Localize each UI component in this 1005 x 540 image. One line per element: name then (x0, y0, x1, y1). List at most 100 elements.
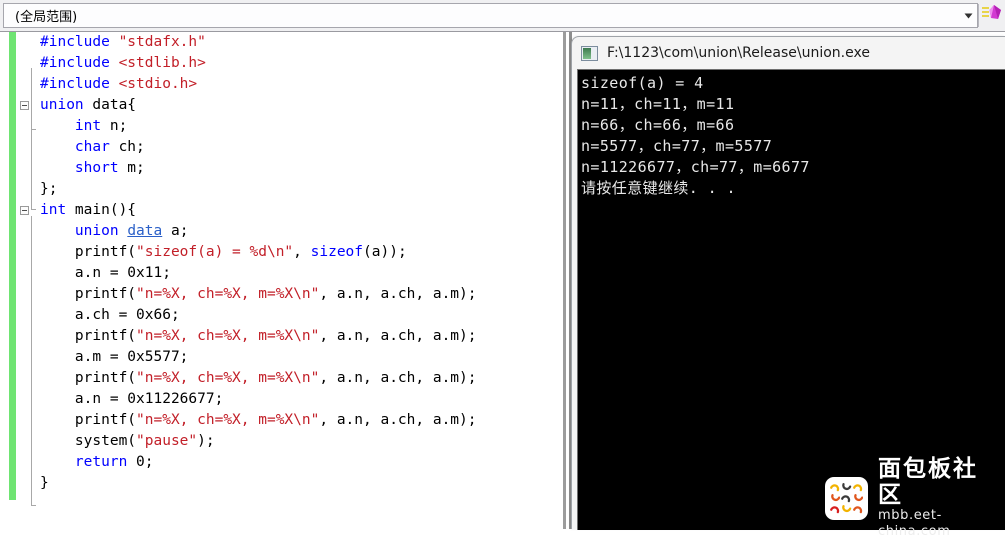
code-token: short (74, 160, 119, 176)
code-token: #include (40, 76, 110, 92)
code-token: #include (40, 55, 110, 71)
code-token: printf( (40, 286, 137, 302)
code-token: , a.n, a.ch, a.m); (319, 412, 477, 428)
code-line: printf("n=%X, ch=%X, m=%X\n", a.n, a.ch,… (40, 410, 560, 431)
code-token: , (293, 244, 311, 260)
code-line: union data{ (40, 95, 560, 116)
editor-right-border (563, 32, 566, 529)
code-token: <stdio.h> (118, 76, 198, 92)
watermark-texts: 面包板社区 mbb.eet-china.com (878, 456, 997, 540)
code-token: data{ (83, 97, 137, 113)
code-token: "n=%X, ch=%X, m=%X\n" (136, 412, 320, 428)
code-line: printf("n=%X, ch=%X, m=%X\n", a.n, a.ch,… (40, 368, 560, 389)
code-token: }; (40, 181, 58, 197)
code-token: , a.n, a.ch, a.m); (319, 328, 477, 344)
watermark-arc (842, 482, 852, 490)
outline-guide-foot (31, 209, 36, 210)
code-line: a.n = 0x11; (40, 263, 560, 284)
watermark-arc (852, 483, 862, 491)
code-token: "n=%X, ch=%X, m=%X\n" (136, 370, 320, 386)
outline-guide-foot (31, 505, 36, 506)
code-token: #include (40, 34, 110, 50)
properties-window-button[interactable] (979, 0, 1005, 31)
watermark-arc (830, 483, 840, 491)
code-line: a.m = 0x5577; (40, 347, 560, 368)
code-line: return 0; (40, 452, 560, 473)
code-token: 0; (127, 454, 154, 470)
code-line: #include <stdio.h> (40, 74, 560, 95)
watermark-arc (842, 505, 852, 513)
code-token: char (74, 139, 110, 155)
code-token: a.ch = 0x66; (40, 307, 180, 323)
code-token: main(){ (66, 202, 137, 218)
code-token: printf( (40, 370, 137, 386)
collapse-toggle-main[interactable] (20, 206, 29, 215)
watermark-arc (853, 493, 863, 501)
outline-guide-line (31, 216, 32, 506)
code-token: data (127, 223, 163, 239)
code-token: , a.n, a.ch, a.m); (319, 370, 477, 386)
code-token: union (40, 97, 84, 113)
code-token: "pause" (136, 433, 198, 449)
chevron-down-icon[interactable] (960, 4, 977, 27)
navigation-bar: (全局范围) (0, 0, 1005, 32)
code-token: <stdlib.h> (118, 55, 206, 71)
code-token: a.m = 0x5577; (40, 349, 189, 365)
code-line: union data a; (40, 221, 560, 242)
code-line: printf("n=%X, ch=%X, m=%X\n", a.n, a.ch,… (40, 284, 560, 305)
code-line: printf("n=%X, ch=%X, m=%X\n", a.n, a.ch,… (40, 326, 560, 347)
code-token: a; (162, 223, 189, 239)
scope-dropdown-value: (全局范围) (15, 10, 78, 25)
code-token: printf( (40, 244, 137, 260)
code-token: a.n = 0x11226677; (40, 391, 224, 407)
watermark: 面包板社区 mbb.eet-china.com (825, 456, 997, 539)
watermark-arc (831, 493, 841, 501)
code-token: union (74, 223, 119, 239)
code-line: system("pause"); (40, 431, 560, 452)
code-line: #include <stdlib.h> (40, 53, 560, 74)
code-token: a.n = 0x11; (40, 265, 171, 281)
watermark-arc (830, 506, 840, 514)
console-output: sizeof(a) = 4 n=11，ch=11，m=11 n=66，ch=66… (581, 74, 810, 197)
console-title: F:\1123\com\union\Release\union.exe (607, 45, 870, 61)
change-tracking-bar (9, 32, 16, 500)
code-token: "sizeof(a) = %d\n" (136, 244, 294, 260)
console-window[interactable]: F:\1123\com\union\Release\union.exe size… (571, 36, 1005, 539)
code-token: } (40, 475, 49, 491)
code-line: #include "stdafx.h" (40, 32, 560, 53)
console-titlebar[interactable]: F:\1123\com\union\Release\union.exe (572, 37, 1005, 69)
code-token: return (74, 454, 128, 470)
code-token: sizeof (310, 244, 364, 260)
outline-guide-line (31, 111, 32, 210)
code-line: int n; (40, 116, 560, 137)
code-line: a.n = 0x11226677; (40, 389, 560, 410)
code-token: ch; (109, 139, 145, 155)
code-token: "n=%X, ch=%X, m=%X\n" (136, 328, 320, 344)
watermark-logo-icon (825, 476, 868, 520)
outlining-column[interactable] (20, 32, 40, 529)
console-window-icon (581, 45, 598, 61)
code-line: a.ch = 0x66; (40, 305, 560, 326)
code-token: int (74, 118, 102, 134)
watermark-arc (841, 495, 851, 503)
code-text[interactable]: #include "stdafx.h" #include <stdlib.h> #i… (40, 32, 560, 529)
code-line: char ch; (40, 137, 560, 158)
code-token: int (40, 202, 67, 218)
code-token: system( (40, 433, 137, 449)
code-token: m; (118, 160, 145, 176)
code-token: (a)); (363, 244, 407, 260)
scope-dropdown[interactable]: (全局范围) (3, 3, 978, 28)
collapse-toggle-union[interactable] (20, 101, 29, 110)
code-line: int main(){ (40, 200, 560, 221)
code-line: short m; (40, 158, 560, 179)
watermark-arc (852, 506, 862, 514)
editor-gutter (0, 32, 8, 529)
